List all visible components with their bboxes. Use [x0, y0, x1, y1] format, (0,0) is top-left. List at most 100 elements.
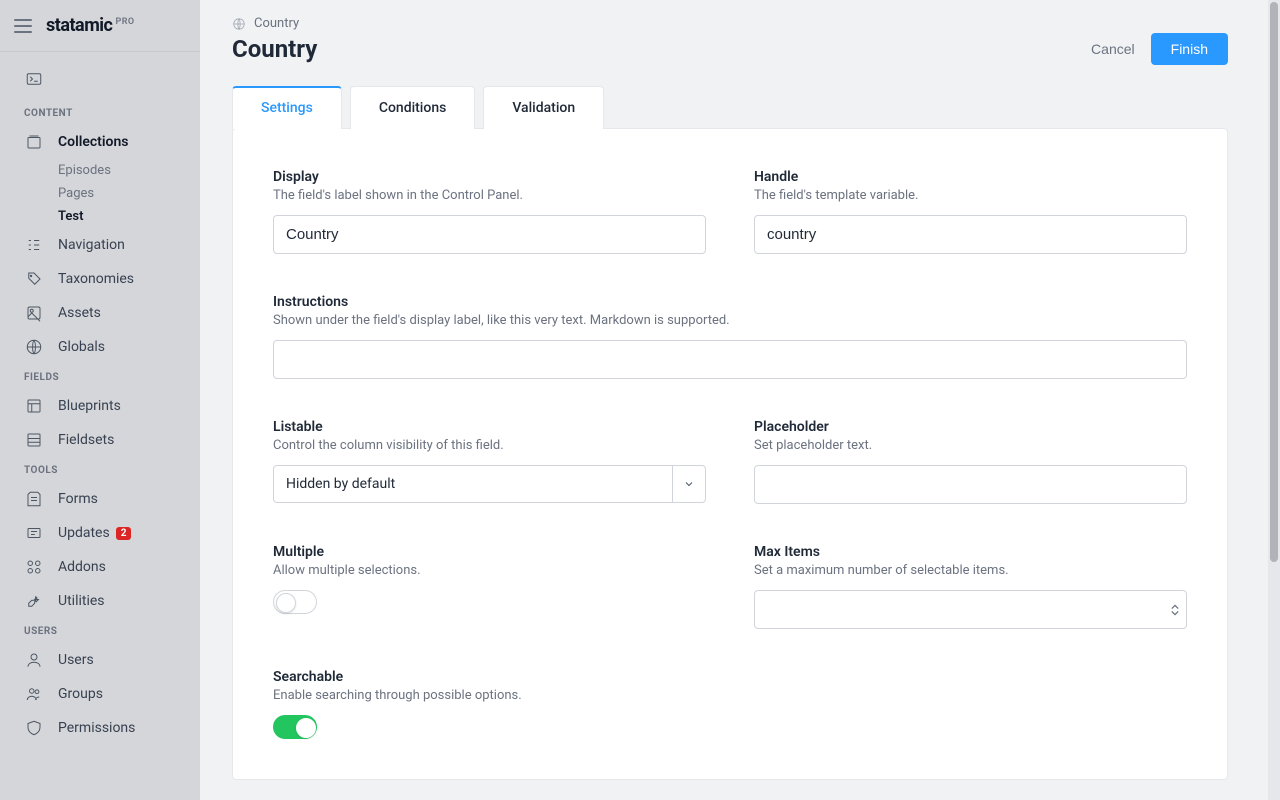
chevron-down-icon: [683, 478, 695, 490]
multiple-help: Allow multiple selections.: [273, 563, 706, 578]
sidebar-item-taxonomies[interactable]: Taxonomies: [0, 262, 200, 296]
searchable-label: Searchable: [273, 669, 706, 685]
sidebar-item-assets[interactable]: Assets: [0, 296, 200, 330]
sidebar-subitem-pages[interactable]: Pages: [0, 182, 200, 205]
field-display: Display The field's label shown in the C…: [273, 169, 706, 254]
main-content: Country Country Cancel Finish Settings C…: [200, 0, 1280, 800]
field-max-items: Max Items Set a maximum number of select…: [754, 544, 1187, 629]
instructions-help: Shown under the field's display label, l…: [273, 313, 1187, 328]
sidebar-item-label: Groups: [58, 686, 103, 702]
multiple-toggle[interactable]: [273, 590, 317, 614]
tab-settings[interactable]: Settings: [232, 86, 342, 129]
sidebar-item-label: Blueprints: [58, 398, 121, 414]
sidebar-item-forms[interactable]: Forms: [0, 482, 200, 516]
page-title: Country: [232, 35, 317, 63]
nav-heading-tools: TOOLS: [0, 457, 200, 482]
scrollbar[interactable]: [1268, 0, 1280, 800]
dashboard-icon: [24, 69, 44, 89]
taxonomies-icon: [24, 269, 44, 289]
instructions-label: Instructions: [273, 294, 1187, 310]
sidebar-item-users[interactable]: Users: [0, 643, 200, 677]
blueprints-icon: [24, 396, 44, 416]
sidebar-subitem-test[interactable]: Test: [0, 205, 200, 228]
logo: statamicPRO: [46, 15, 135, 36]
field-listable: Listable Control the column visibility o…: [273, 419, 706, 504]
handle-input[interactable]: [754, 215, 1187, 254]
tab-conditions[interactable]: Conditions: [350, 86, 476, 129]
field-handle: Handle The field's template variable.: [754, 169, 1187, 254]
searchable-help: Enable searching through possible option…: [273, 688, 706, 703]
sidebar-item-label: Updates: [58, 525, 110, 541]
utilities-icon: [24, 591, 44, 611]
placeholder-label: Placeholder: [754, 419, 1187, 435]
permissions-icon: [24, 718, 44, 738]
tab-validation[interactable]: Validation: [483, 86, 604, 129]
instructions-input[interactable]: [273, 340, 1187, 379]
sidebar-item-groups[interactable]: Groups: [0, 677, 200, 711]
sidebar-item-utilities[interactable]: Utilities: [0, 584, 200, 618]
fieldsets-icon: [24, 430, 44, 450]
nav-heading-users: USERS: [0, 618, 200, 643]
collections-icon: [24, 132, 44, 152]
updates-badge: 2: [116, 527, 132, 540]
sidebar-item-navigation[interactable]: Navigation: [0, 228, 200, 262]
sidebar-item-label: Globals: [58, 339, 105, 355]
handle-label: Handle: [754, 169, 1187, 185]
sidebar-item-label: Navigation: [58, 237, 125, 253]
stepper-arrows[interactable]: [1171, 604, 1179, 615]
listable-select-arrow[interactable]: [672, 465, 706, 503]
tabs: Settings Conditions Validation: [232, 85, 1228, 128]
breadcrumb[interactable]: Country: [232, 16, 1228, 31]
display-input[interactable]: [273, 215, 706, 254]
sidebar-item-label: Collections: [58, 134, 128, 150]
field-searchable: Searchable Enable searching through poss…: [273, 669, 706, 739]
sidebar-item-fieldsets[interactable]: Fieldsets: [0, 423, 200, 457]
max-items-input[interactable]: [754, 590, 1187, 629]
globals-icon: [24, 337, 44, 357]
sidebar-subitem-episodes[interactable]: Episodes: [0, 159, 200, 182]
sidebar-item-globals[interactable]: Globals: [0, 330, 200, 364]
sidebar-item-label: Forms: [58, 491, 98, 507]
globe-icon: [232, 17, 246, 31]
sidebar-item-permissions[interactable]: Permissions: [0, 711, 200, 745]
listable-select[interactable]: Hidden by default: [273, 465, 672, 503]
chevron-up-icon: [1171, 604, 1179, 609]
users-icon: [24, 650, 44, 670]
display-help: The field's label shown in the Control P…: [273, 188, 706, 203]
cancel-button[interactable]: Cancel: [1091, 41, 1135, 57]
field-multiple: Multiple Allow multiple selections.: [273, 544, 706, 629]
listable-help: Control the column visibility of this fi…: [273, 438, 706, 453]
sidebar-header: statamicPRO: [0, 0, 200, 52]
groups-icon: [24, 684, 44, 704]
menu-toggle-icon[interactable]: [14, 19, 32, 33]
finish-button[interactable]: Finish: [1151, 33, 1228, 65]
sidebar-item-label: Permissions: [58, 720, 135, 736]
handle-help: The field's template variable.: [754, 188, 1187, 203]
settings-card: Display The field's label shown in the C…: [232, 128, 1228, 780]
searchable-toggle[interactable]: [273, 715, 317, 739]
assets-icon: [24, 303, 44, 323]
sidebar-item-dashboard[interactable]: [0, 62, 200, 96]
multiple-label: Multiple: [273, 544, 706, 560]
placeholder-help: Set placeholder text.: [754, 438, 1187, 453]
sidebar-item-label: Taxonomies: [58, 271, 134, 287]
sidebar-item-label: Assets: [58, 305, 101, 321]
chevron-down-icon: [1171, 610, 1179, 615]
sidebar-item-updates[interactable]: Updates 2: [0, 516, 200, 550]
sidebar-item-label: Utilities: [58, 593, 105, 609]
sidebar-item-addons[interactable]: Addons: [0, 550, 200, 584]
field-instructions: Instructions Shown under the field's dis…: [273, 294, 1187, 379]
sidebar-item-collections[interactable]: Collections: [0, 125, 200, 159]
placeholder-input[interactable]: [754, 465, 1187, 504]
nav-heading-fields: FIELDS: [0, 364, 200, 389]
sidebar-item-label: Users: [58, 652, 94, 668]
listable-label: Listable: [273, 419, 706, 435]
display-label: Display: [273, 169, 706, 185]
forms-icon: [24, 489, 44, 509]
scrollbar-thumb[interactable]: [1270, 2, 1278, 562]
sidebar-item-label: Addons: [58, 559, 106, 575]
max-items-label: Max Items: [754, 544, 1187, 560]
updates-icon: [24, 523, 44, 543]
sidebar-item-blueprints[interactable]: Blueprints: [0, 389, 200, 423]
nav-heading-content: CONTENT: [0, 100, 200, 125]
